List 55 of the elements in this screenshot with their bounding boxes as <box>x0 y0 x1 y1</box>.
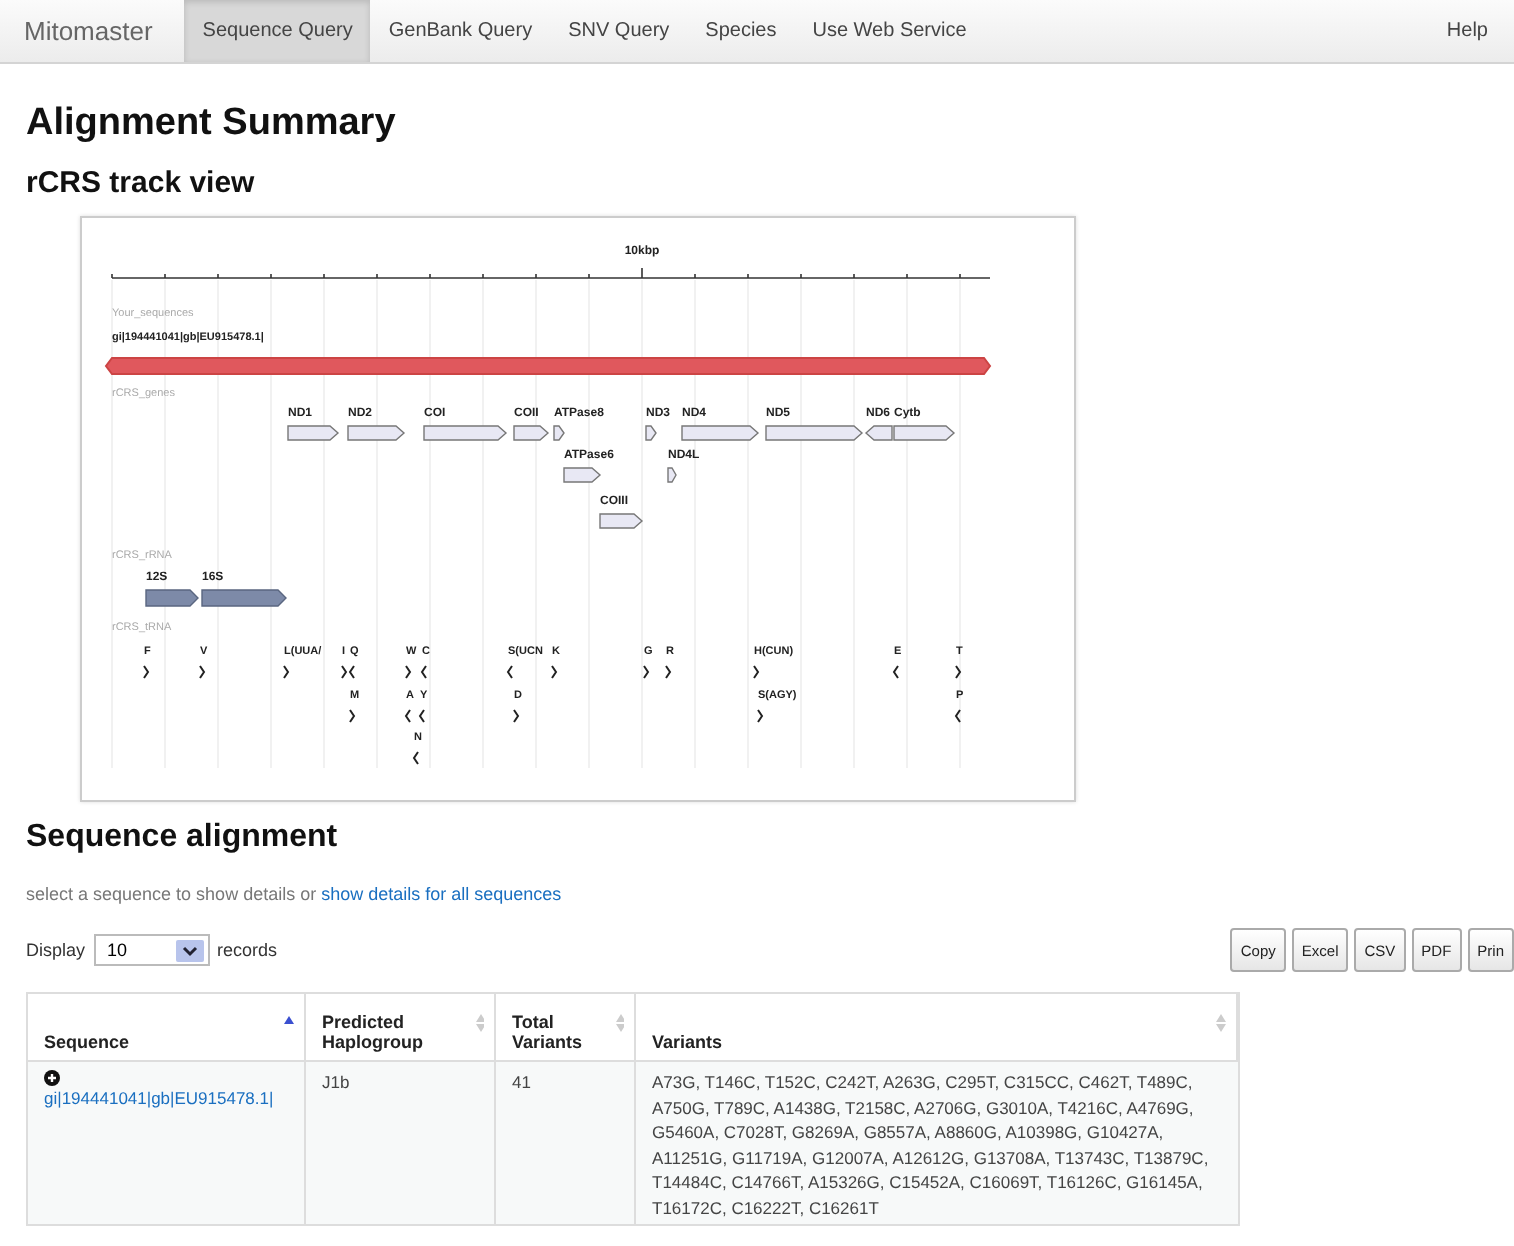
nav-tab[interactable]: Sequence Query <box>184 0 371 62</box>
trna-mark[interactable] <box>405 665 412 679</box>
table-cell: 41 <box>496 1062 636 1224</box>
page-title: Alignment Summary <box>26 102 398 146</box>
trna-mark[interactable] <box>143 665 150 679</box>
trna-mark[interactable] <box>420 665 427 679</box>
trna-mark[interactable] <box>892 665 899 679</box>
records-label: records <box>217 940 278 960</box>
gene-arrow[interactable] <box>864 425 893 441</box>
gene-arrow[interactable] <box>287 425 340 441</box>
gene-arrow[interactable] <box>347 425 406 441</box>
gene-arrow[interactable] <box>563 467 602 483</box>
sequence-link[interactable]: gi|194441041|gb|EU915478.1| <box>44 1086 274 1111</box>
trna-mark[interactable] <box>551 665 558 679</box>
trna-mark[interactable] <box>349 709 356 723</box>
trna-mark[interactable] <box>513 709 520 723</box>
display-label: Display <box>26 940 86 960</box>
trna-mark[interactable] <box>753 665 760 679</box>
trna-mark[interactable] <box>418 709 425 723</box>
records-select[interactable]: 10 <box>93 934 210 966</box>
trna-mark[interactable] <box>412 751 419 765</box>
trna-mark[interactable] <box>506 665 513 679</box>
trna-mark[interactable] <box>348 665 355 679</box>
trna-mark[interactable] <box>341 665 348 679</box>
brand-name[interactable]: Mitomaster <box>24 16 153 46</box>
rrna-arrow[interactable] <box>145 589 199 607</box>
nav-tab[interactable]: Use Web Service <box>794 0 985 62</box>
gene-arrow[interactable] <box>667 467 677 483</box>
gene-arrow[interactable] <box>681 425 760 441</box>
nav-tab[interactable]: SNV Query <box>550 0 688 62</box>
table-cell: A73G, T146C, T152C, C242T, A263G, C295T, C315CC, C462T, T489C, A750G, T789C, A1438G, T2158C, A2706G, G3010A, T4216C, A4769G, G5460A, C7028T, G8269A, G8557A, A8860G, A10398G, G10427A, A11251G, G11719A, G12007A, A12612G, G13708A, T13743C, T13879C, T14484C, C14766T, A15326G, C15452A, C16069T, T16126C, G16145A, T16172C, C16222T, C16261T <box>636 1062 1238 1224</box>
gene-arrow[interactable] <box>645 425 657 441</box>
nav-tab[interactable]: Species <box>687 0 795 62</box>
trna-mark[interactable] <box>404 709 411 723</box>
trna-mark[interactable] <box>283 665 290 679</box>
show-all-link[interactable]: show details for all sequences <box>321 884 562 904</box>
hint-text: select a sequence to show details or show details for all sequences <box>26 884 564 904</box>
gene-arrow[interactable] <box>599 513 644 529</box>
trna-mark[interactable] <box>643 665 650 679</box>
sort-ascending-icon[interactable] <box>284 1016 294 1024</box>
section-title: Sequence alignment <box>26 820 340 856</box>
section-title: rCRS track view <box>26 166 257 200</box>
trna-mark[interactable] <box>757 709 764 723</box>
gene-arrow[interactable] <box>553 425 565 441</box>
rrna-arrow[interactable] <box>201 589 287 607</box>
trna-mark[interactable] <box>954 709 961 723</box>
nav-tab[interactable]: GenBank Query <box>370 0 551 62</box>
dropdown-icon <box>175 939 204 961</box>
trna-mark[interactable] <box>955 665 962 679</box>
expand-icon[interactable] <box>44 1070 60 1086</box>
trna-mark[interactable] <box>199 665 206 679</box>
help-link[interactable]: Help <box>1446 20 1514 42</box>
gene-arrow[interactable] <box>423 425 508 441</box>
table-cell: J1b <box>306 1062 496 1224</box>
trna-mark[interactable] <box>665 665 672 679</box>
